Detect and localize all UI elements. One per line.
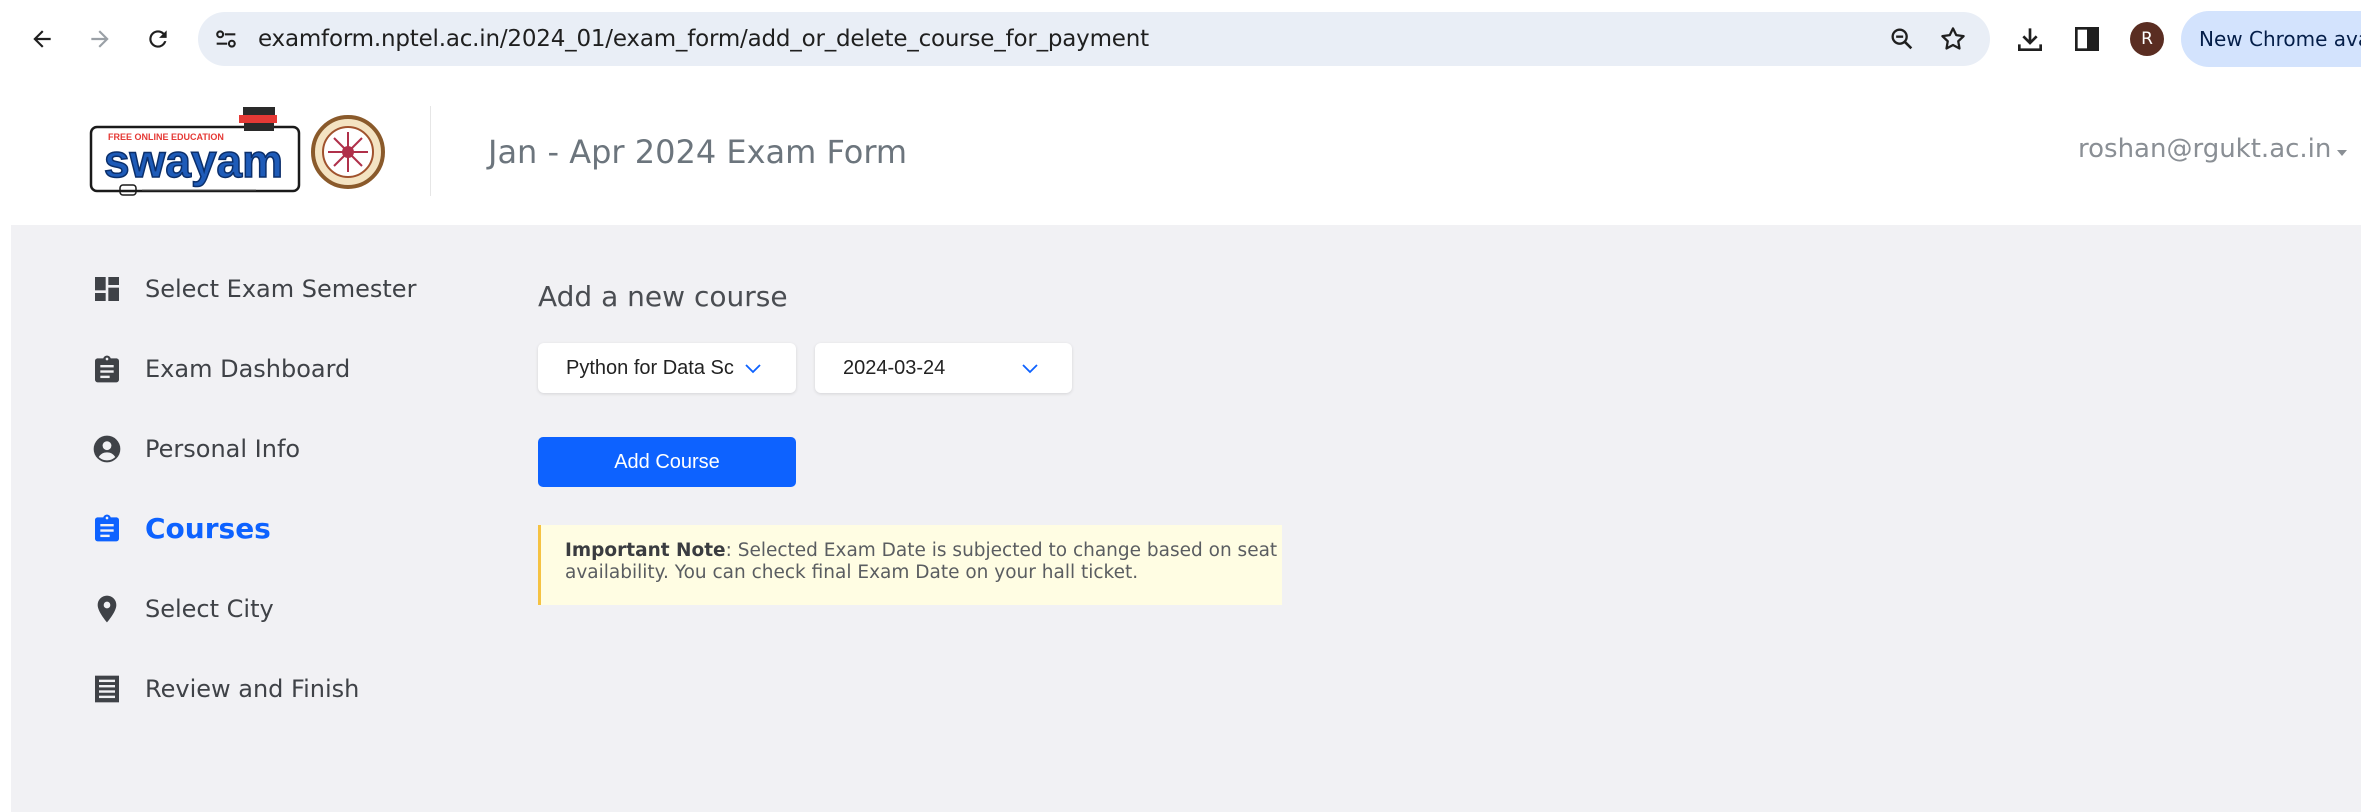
address-bar[interactable]: examform.nptel.ac.in/2024_01/exam_form/a…	[198, 12, 1990, 66]
page-title: Jan - Apr 2024 Exam Form	[488, 133, 908, 171]
bookmark-star-icon[interactable]	[1938, 24, 1968, 54]
reload-icon	[149, 30, 167, 48]
user-menu[interactable]: roshan@rgukt.ac.in	[2078, 134, 2331, 164]
svg-text:swayam: swayam	[104, 135, 283, 187]
chevron-down-icon	[1022, 364, 1038, 374]
course-select-value: Python for Data Science	[566, 356, 734, 379]
left-edge	[0, 225, 11, 812]
back-button[interactable]	[20, 17, 64, 61]
institution-seal-icon	[311, 115, 385, 189]
site-settings-icon[interactable]	[212, 25, 240, 53]
sidebar-item-review-and-finish[interactable]: Review and Finish	[91, 667, 359, 711]
profile-avatar[interactable]: R	[2130, 22, 2164, 56]
receipt-icon	[95, 675, 119, 703]
forward-button[interactable]	[78, 17, 122, 61]
browser-toolbar: examform.nptel.ac.in/2024_01/exam_form/a…	[0, 0, 2361, 78]
caret-down-icon[interactable]	[2335, 148, 2349, 158]
account-circle-icon	[93, 435, 121, 463]
reload-button[interactable]	[136, 17, 180, 61]
sidebar-item-label: Courses	[145, 511, 271, 545]
url-text[interactable]: examform.nptel.ac.in/2024_01/exam_form/a…	[258, 26, 1149, 52]
download-icon[interactable]	[2014, 23, 2046, 55]
exam-date-value: 2024-03-24	[843, 356, 946, 379]
sidebar-item-personal-info[interactable]: Personal Info	[91, 427, 300, 471]
header-divider	[430, 106, 431, 196]
sidebar-item-courses[interactable]: Courses	[91, 506, 271, 550]
sidebar-item-label: Personal Info	[145, 435, 301, 463]
location-pin-icon	[97, 595, 117, 623]
zoom-out-icon[interactable]	[1888, 25, 1916, 53]
add-course-button[interactable]: Add Course	[538, 437, 796, 487]
chrome-update-button[interactable]: New Chrome available	[2181, 11, 2361, 67]
main-content: Select Exam Semester Exam Dashboard Pers…	[11, 225, 2361, 812]
sidebar-item-label: Select City	[145, 595, 274, 623]
sidebar-item-exam-dashboard[interactable]: Exam Dashboard	[91, 347, 350, 391]
sidebar-item-label: Exam Dashboard	[145, 355, 351, 383]
sidebar-item-select-city[interactable]: Select City	[91, 587, 274, 631]
course-select[interactable]: Python for Data Science	[538, 343, 796, 393]
sidebar-item-label: Review and Finish	[145, 675, 360, 703]
sidebar-item-select-exam-semester[interactable]: Select Exam Semester	[91, 267, 416, 311]
dashboard-icon	[95, 277, 119, 301]
side-panel-icon[interactable]	[2071, 23, 2103, 55]
arrow-right-icon	[91, 30, 109, 48]
add-course-heading: Add a new course	[538, 280, 788, 313]
clipboard-list-icon	[95, 514, 119, 542]
sidebar-item-label: Select Exam Semester	[145, 275, 417, 303]
chevron-down-icon	[745, 364, 761, 374]
arrow-left-icon	[33, 30, 51, 48]
swayam-logo[interactable]: FREE ONLINE EDUCATION swayam	[88, 105, 304, 201]
site-header: FREE ONLINE EDUCATION swayam Jan - Apr 2…	[0, 78, 2361, 225]
note-label: Important Note	[565, 540, 726, 561]
important-note: Important Note: Selected Exam Date is su…	[538, 525, 1282, 605]
clipboard-icon	[95, 355, 119, 383]
exam-date-select[interactable]: 2024-03-24	[815, 343, 1072, 393]
